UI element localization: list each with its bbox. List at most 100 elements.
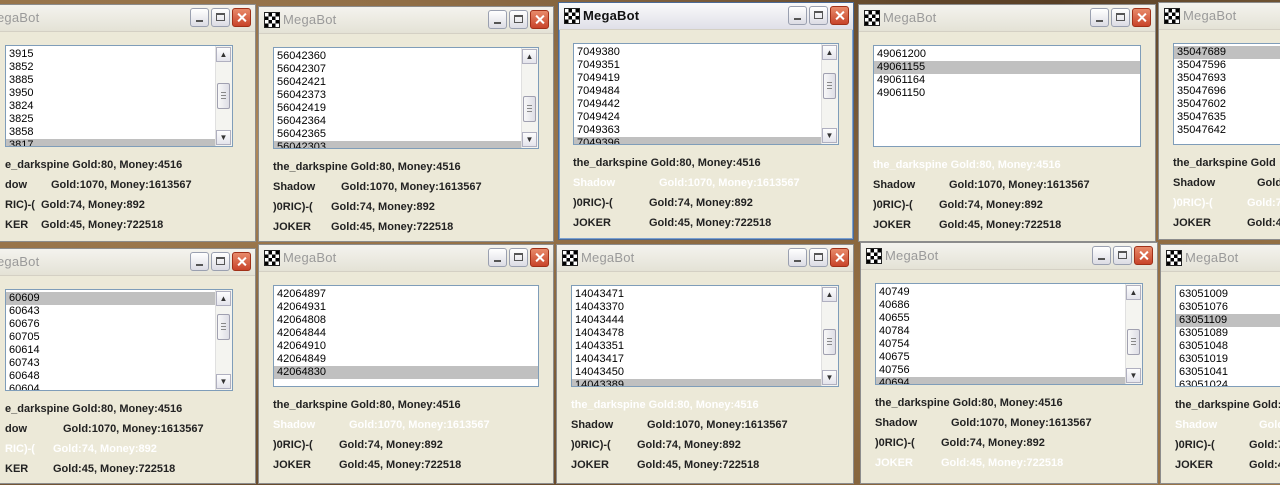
title-bar[interactable]: MegaBot	[1161, 245, 1280, 272]
vertical-scrollbar[interactable]: ▲ ▼	[821, 44, 838, 144]
maximize-button[interactable]	[809, 248, 828, 267]
scroll-thumb[interactable]	[823, 73, 836, 99]
title-bar[interactable]: egaBot	[0, 5, 255, 32]
list-item[interactable]: 42064830	[274, 366, 538, 379]
list-item[interactable]: 63051109	[1176, 314, 1280, 327]
vertical-scrollbar[interactable]: ▲ ▼	[1125, 284, 1142, 384]
list-item[interactable]: 63051089	[1176, 327, 1280, 340]
list-item[interactable]: 60614	[6, 344, 215, 357]
list-item[interactable]: 56042365	[274, 128, 521, 141]
list-item[interactable]: 14043471	[572, 288, 821, 301]
list-item[interactable]: 42064910	[274, 340, 538, 353]
list-item[interactable]: 7049484	[574, 85, 821, 98]
megabot-window-3[interactable]: MegaBot 7049380 7049351 7049419 7049484 70494…	[558, 2, 854, 240]
close-button[interactable]	[1134, 246, 1153, 265]
number-listbox[interactable]: 3915 3852 3885 3950 3824 3825 3858 3817 ▲ ▼	[5, 45, 233, 147]
close-button[interactable]	[830, 6, 849, 25]
list-item[interactable]: 56042303	[274, 141, 521, 148]
title-bar[interactable]: MegaBot	[859, 5, 1155, 32]
minimize-button[interactable]	[788, 248, 807, 267]
list-item[interactable]: 42064844	[274, 327, 538, 340]
maximize-button[interactable]	[1113, 246, 1132, 265]
megabot-window-4[interactable]: MegaBot 49061200 49061155 49061164 49061150 t…	[858, 4, 1156, 242]
minimize-button[interactable]	[190, 8, 209, 27]
list-item[interactable]: 40675	[876, 351, 1125, 364]
title-bar[interactable]: MegaBot	[1159, 3, 1280, 30]
list-item[interactable]: 56042419	[274, 102, 521, 115]
list-item[interactable]: 3915	[6, 48, 215, 61]
list-item[interactable]: 7049380	[574, 46, 821, 59]
list-item[interactable]: 60676	[6, 318, 215, 331]
title-bar[interactable]: egaBot	[0, 249, 255, 276]
number-listbox[interactable]: 14043471 14043370 14043444 14043478 14043351…	[571, 285, 839, 387]
list-item[interactable]: 35047696	[1174, 85, 1280, 98]
scroll-down-arrow-icon[interactable]: ▼	[522, 132, 537, 147]
number-listbox[interactable]: 49061200 49061155 49061164 49061150	[873, 45, 1141, 147]
list-item[interactable]: 40686	[876, 299, 1125, 312]
megabot-window-6[interactable]: egaBot 60609 60643 60676 60705 60614 60743 6064…	[0, 248, 256, 484]
title-bar[interactable]: MegaBot	[259, 245, 553, 272]
list-item[interactable]: 60604	[6, 383, 215, 390]
number-listbox[interactable]: 35047689 35047596 35047693 35047696 35047602…	[1173, 43, 1280, 145]
list-item[interactable]: 3852	[6, 61, 215, 74]
list-item[interactable]: 63051048	[1176, 340, 1280, 353]
number-listbox[interactable]: 60609 60643 60676 60705 60614 60743 60648 60604…	[5, 289, 233, 391]
list-item[interactable]: 14043417	[572, 353, 821, 366]
title-bar[interactable]: MegaBot	[559, 3, 853, 30]
list-item[interactable]: 7049363	[574, 124, 821, 137]
list-item[interactable]: 56042360	[274, 50, 521, 63]
number-listbox[interactable]: 56042360 56042307 56042421 56042373 56042419…	[273, 47, 539, 149]
scroll-down-arrow-icon[interactable]: ▼	[216, 374, 231, 389]
list-item[interactable]: 49061155	[874, 61, 1140, 74]
close-button[interactable]	[530, 248, 549, 267]
list-item[interactable]: 63051009	[1176, 288, 1280, 301]
list-item[interactable]: 14043444	[572, 314, 821, 327]
list-item[interactable]: 7049351	[574, 59, 821, 72]
megabot-window-7[interactable]: MegaBot 42064897 42064931 42064808 42064844 4…	[258, 244, 554, 484]
megabot-window-5[interactable]: MegaBot 35047689 35047596 35047693 35047696 3…	[1158, 2, 1280, 240]
list-item[interactable]: 63051076	[1176, 301, 1280, 314]
scroll-thumb[interactable]	[217, 314, 230, 340]
list-item[interactable]: 40749	[876, 286, 1125, 299]
list-item[interactable]: 56042373	[274, 89, 521, 102]
minimize-button[interactable]	[488, 248, 507, 267]
scroll-up-arrow-icon[interactable]: ▲	[822, 287, 837, 302]
maximize-button[interactable]	[809, 6, 828, 25]
list-item[interactable]: 7049419	[574, 72, 821, 85]
list-item[interactable]: 14043389	[572, 379, 821, 386]
list-item[interactable]: 60743	[6, 357, 215, 370]
list-item[interactable]: 40694	[876, 377, 1125, 384]
list-item[interactable]: 3885	[6, 74, 215, 87]
close-button[interactable]	[232, 252, 251, 271]
title-bar[interactable]: MegaBot	[861, 243, 1157, 270]
list-item[interactable]: 49061200	[874, 48, 1140, 61]
number-listbox[interactable]: 40749 40686 40655 40784 40754 40675 40756 40694…	[875, 283, 1143, 385]
list-item[interactable]: 63051024	[1176, 379, 1280, 386]
scroll-thumb[interactable]	[523, 96, 536, 122]
close-button[interactable]	[232, 8, 251, 27]
list-item[interactable]: 35047635	[1174, 111, 1280, 124]
scroll-down-arrow-icon[interactable]: ▼	[822, 370, 837, 385]
maximize-button[interactable]	[509, 248, 528, 267]
scroll-up-arrow-icon[interactable]: ▲	[522, 49, 537, 64]
scroll-down-arrow-icon[interactable]: ▼	[216, 130, 231, 145]
list-item[interactable]: 7049424	[574, 111, 821, 124]
list-item[interactable]: 49061164	[874, 74, 1140, 87]
list-item[interactable]: 42064897	[274, 288, 538, 301]
list-item[interactable]: 40756	[876, 364, 1125, 377]
list-item[interactable]: 56042307	[274, 63, 521, 76]
list-item[interactable]: 40784	[876, 325, 1125, 338]
minimize-button[interactable]	[190, 252, 209, 271]
close-button[interactable]	[830, 248, 849, 267]
maximize-button[interactable]	[211, 252, 230, 271]
minimize-button[interactable]	[488, 10, 507, 29]
list-item[interactable]: 35047693	[1174, 72, 1280, 85]
list-item[interactable]: 35047689	[1174, 46, 1280, 59]
number-listbox[interactable]: 7049380 7049351 7049419 7049484 7049442 70494…	[573, 43, 839, 145]
scroll-up-arrow-icon[interactable]: ▲	[822, 45, 837, 60]
list-item[interactable]: 60643	[6, 305, 215, 318]
scroll-thumb[interactable]	[1127, 329, 1140, 355]
list-item[interactable]: 56042364	[274, 115, 521, 128]
list-item[interactable]: 56042421	[274, 76, 521, 89]
scroll-up-arrow-icon[interactable]: ▲	[216, 291, 231, 306]
